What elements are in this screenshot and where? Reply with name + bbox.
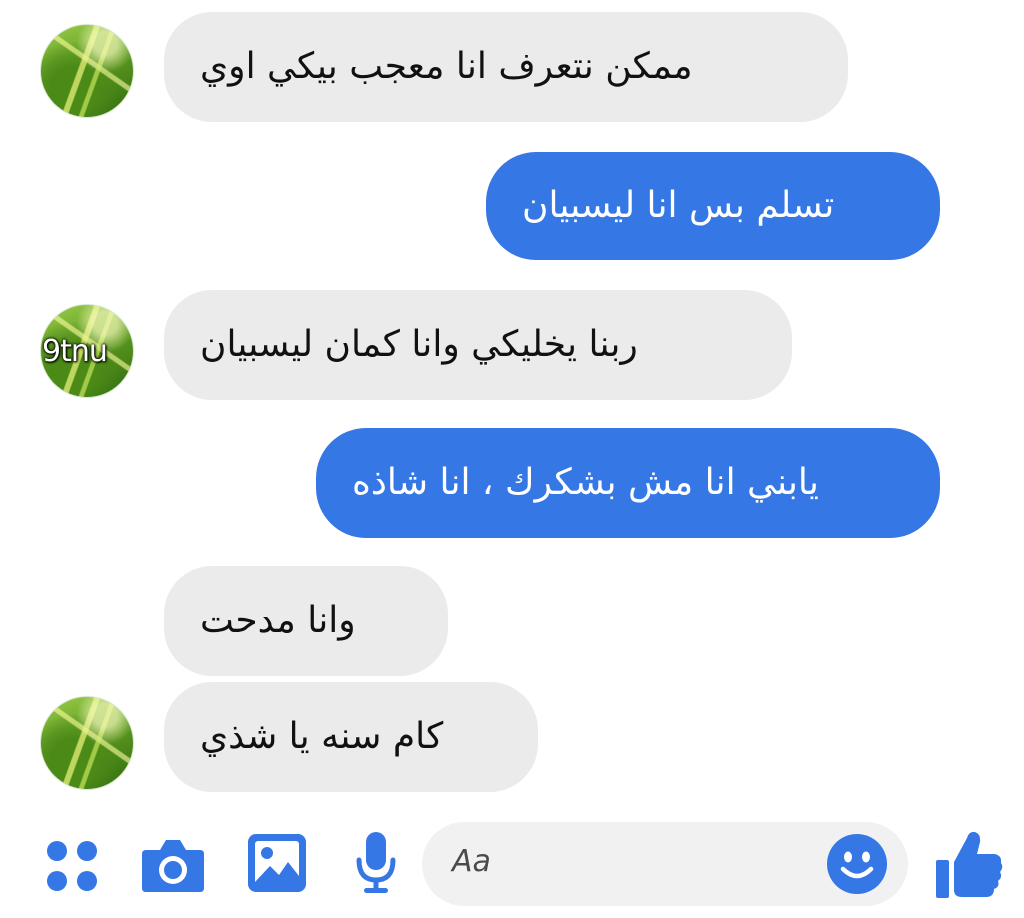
gallery-icon[interactable] bbox=[246, 832, 308, 894]
incoming-message[interactable]: ممكن نتعرف انا معجب بيكي اوي bbox=[164, 12, 848, 122]
incoming-message[interactable]: وانا مدحت bbox=[164, 566, 448, 676]
emoji-icon[interactable] bbox=[826, 833, 888, 895]
contact-avatar[interactable] bbox=[40, 696, 134, 790]
incoming-message[interactable]: ربنا يخليكي وانا كمان ليسبيان bbox=[164, 290, 792, 400]
chat-thread: 9tnu ممكن نتعرف انا معجب بيكي اوي تسلم ب… bbox=[0, 0, 1024, 918]
camera-icon[interactable] bbox=[140, 836, 206, 894]
incoming-message[interactable]: كام سنه يا شذي bbox=[164, 682, 538, 792]
microphone-icon[interactable] bbox=[356, 830, 396, 896]
message-composer: Aa bbox=[0, 808, 1024, 918]
contact-avatar[interactable] bbox=[40, 24, 134, 118]
apps-grid-icon[interactable] bbox=[44, 838, 100, 894]
message-input-placeholder: Aa bbox=[452, 844, 491, 879]
thumbs-up-icon[interactable] bbox=[934, 828, 1004, 900]
outgoing-message[interactable]: يابني انا مش بشكرك ، انا شاذه bbox=[316, 428, 940, 538]
avatar-watermark: 9tnu bbox=[42, 334, 108, 369]
message-input[interactable]: Aa bbox=[422, 822, 908, 906]
outgoing-message[interactable]: تسلم بس انا ليسبيان bbox=[486, 152, 940, 260]
